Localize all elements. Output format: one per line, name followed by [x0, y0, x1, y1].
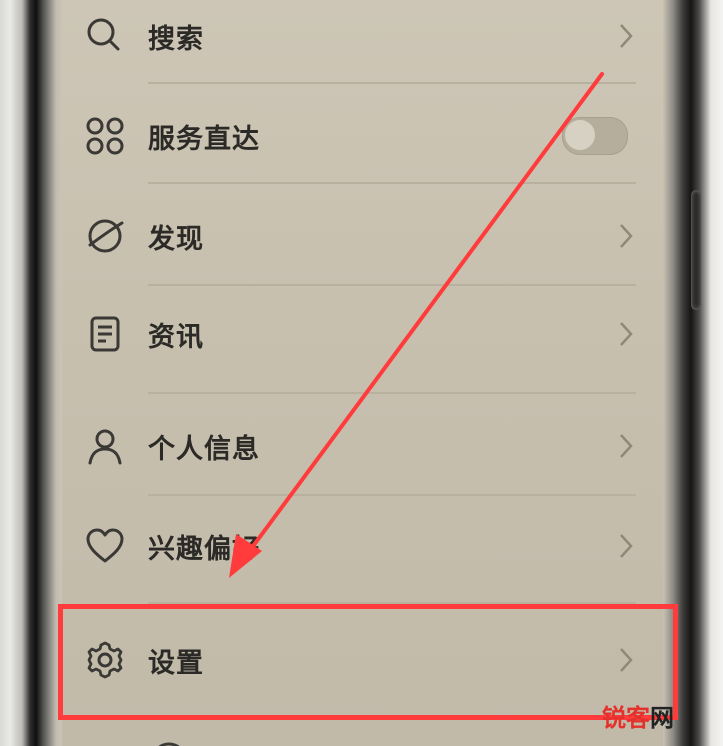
- menu-item-label: 发现: [148, 223, 204, 255]
- menu-item-label: 服务直达: [148, 123, 260, 155]
- divider: [148, 392, 636, 394]
- document-icon: [84, 313, 126, 355]
- chevron-right-icon: [616, 319, 636, 349]
- settings-highlight-box: [58, 604, 678, 720]
- menu-item-label: 资讯: [148, 321, 204, 353]
- partial-next-icon: [158, 742, 180, 746]
- watermark-char: 锐: [602, 704, 626, 732]
- menu-item-profile[interactable]: 个人信息: [62, 416, 663, 476]
- chevron-right-icon: [616, 21, 636, 51]
- grid-icon: [84, 115, 126, 157]
- watermark-logo: 锐客网: [602, 698, 674, 733]
- chevron-right-icon: [616, 531, 636, 561]
- chevron-right-icon: [616, 431, 636, 461]
- person-icon: [84, 425, 126, 467]
- divider: [148, 284, 636, 286]
- divider: [148, 82, 636, 84]
- menu-item-news[interactable]: 资讯: [62, 304, 663, 364]
- menu-item-services[interactable]: 服务直达: [62, 106, 663, 166]
- watermark-char: 网: [650, 704, 674, 732]
- phone-bezel-left: [0, 0, 62, 746]
- menu-item-label: 兴趣偏好: [148, 533, 260, 565]
- divider: [148, 182, 636, 184]
- services-toggle[interactable]: [562, 117, 628, 155]
- search-icon: [84, 15, 126, 57]
- phone-side-button: [691, 190, 701, 310]
- menu-item-interests[interactable]: 兴趣偏好: [62, 516, 663, 576]
- watermark-char: 客: [626, 704, 650, 732]
- menu-item-label: 搜索: [148, 23, 204, 55]
- menu-item-label: 个人信息: [148, 433, 260, 465]
- heart-icon: [84, 525, 126, 567]
- divider: [148, 494, 636, 496]
- menu-item-discover[interactable]: 发现: [62, 206, 663, 266]
- chevron-right-icon: [616, 221, 636, 251]
- planet-icon: [84, 215, 126, 257]
- toggle-knob: [565, 120, 595, 150]
- menu-item-search[interactable]: 搜索: [62, 6, 663, 66]
